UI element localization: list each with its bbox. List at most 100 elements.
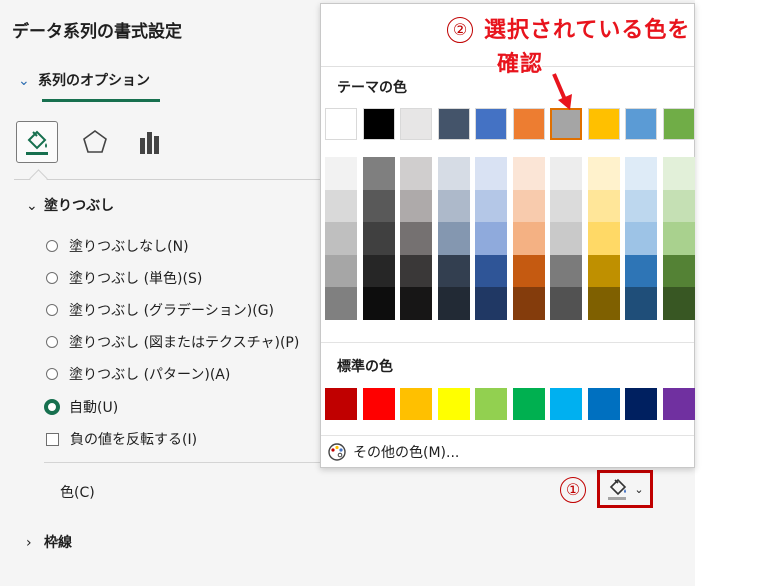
radio-button[interactable]: [46, 336, 58, 348]
standard-color-swatch[interactable]: [512, 388, 545, 420]
theme-color-swatch[interactable]: [475, 108, 507, 140]
theme-shade-swatch[interactable]: [362, 254, 395, 287]
theme-shade-swatch[interactable]: [662, 287, 695, 320]
theme-shade-swatch[interactable]: [437, 287, 470, 320]
standard-color-swatch[interactable]: [362, 388, 395, 420]
theme-shade-swatch[interactable]: [512, 189, 545, 222]
theme-shade-swatch[interactable]: [550, 222, 582, 255]
theme-shade-swatch[interactable]: [437, 157, 470, 190]
theme-shade-swatch[interactable]: [662, 222, 695, 255]
theme-color-swatch[interactable]: [512, 108, 545, 140]
radio-button[interactable]: [46, 272, 58, 284]
chevron-down-icon: ⌄: [26, 198, 38, 214]
theme-color-swatch[interactable]: [625, 108, 657, 140]
theme-shade-swatch[interactable]: [362, 287, 395, 320]
fill-line-tab[interactable]: [16, 121, 58, 163]
theme-shade-swatch[interactable]: [400, 287, 432, 320]
theme-shade-swatch[interactable]: [512, 287, 545, 320]
theme-shade-swatch[interactable]: [662, 157, 695, 190]
theme-shade-swatch[interactable]: [512, 222, 545, 255]
theme-shade-swatch[interactable]: [475, 287, 507, 320]
fill-section-header[interactable]: ⌄ 塗りつぶし: [26, 195, 114, 215]
theme-color-swatch[interactable]: [400, 108, 432, 140]
standard-color-swatch[interactable]: [550, 388, 582, 420]
fill-option-solid[interactable]: 塗りつぶし (単色)(S): [46, 268, 202, 288]
fill-option-picture[interactable]: 塗りつぶし (図またはテクスチャ)(P): [46, 332, 299, 352]
fill-option-pattern[interactable]: 塗りつぶし (パターン)(A): [46, 364, 230, 384]
effects-tab[interactable]: [74, 121, 116, 163]
theme-shade-swatch[interactable]: [475, 222, 507, 255]
theme-shade-swatch[interactable]: [625, 222, 657, 255]
theme-shade-swatch[interactable]: [512, 254, 545, 287]
theme-shade-swatch[interactable]: [437, 254, 470, 287]
theme-shade-swatch[interactable]: [662, 189, 695, 222]
radio-button[interactable]: [46, 368, 58, 380]
fill-option-automatic[interactable]: 自動(U): [44, 397, 118, 417]
theme-shade-swatch[interactable]: [475, 254, 507, 287]
theme-shade-swatch[interactable]: [587, 189, 620, 222]
theme-shade-swatch[interactable]: [587, 254, 620, 287]
theme-shade-swatch[interactable]: [400, 189, 432, 222]
radio-button-selected[interactable]: [44, 399, 60, 415]
border-section-header[interactable]: › 枠線: [26, 532, 72, 552]
radio-label: 塗りつぶし (パターン)(A): [69, 367, 231, 383]
theme-shade-swatch[interactable]: [550, 254, 582, 287]
theme-shade-swatch[interactable]: [400, 157, 432, 190]
theme-shade-swatch[interactable]: [625, 157, 657, 190]
series-options-label: 系列のオプション: [38, 73, 150, 89]
theme-color-swatch[interactable]: [362, 108, 395, 140]
theme-shade-swatch[interactable]: [512, 157, 545, 190]
theme-color-swatch[interactable]: [437, 108, 470, 140]
theme-shade-swatch[interactable]: [362, 157, 395, 190]
radio-label: 塗りつぶしなし(N): [69, 239, 189, 255]
theme-color-swatch[interactable]: [662, 108, 695, 140]
theme-shade-swatch[interactable]: [587, 157, 620, 190]
series-options-underline: [42, 99, 160, 102]
invert-if-negative[interactable]: 負の値を反転する(I): [46, 429, 197, 449]
theme-shade-swatch[interactable]: [437, 189, 470, 222]
theme-shade-swatch[interactable]: [625, 189, 657, 222]
standard-color-swatch[interactable]: [662, 388, 695, 420]
theme-shade-swatch[interactable]: [400, 254, 432, 287]
theme-shade-swatch[interactable]: [325, 189, 357, 222]
series-options-chart-tab[interactable]: [128, 121, 170, 163]
theme-color-swatch[interactable]: [587, 108, 620, 140]
theme-color-swatch[interactable]: [550, 108, 582, 140]
theme-shade-swatch[interactable]: [587, 287, 620, 320]
theme-shade-column: [400, 157, 432, 320]
radio-button[interactable]: [46, 304, 58, 316]
theme-shade-column: [587, 157, 620, 320]
theme-shade-swatch[interactable]: [325, 254, 357, 287]
theme-shade-swatch[interactable]: [325, 157, 357, 190]
theme-shade-swatch[interactable]: [362, 222, 395, 255]
theme-shade-swatch[interactable]: [325, 287, 357, 320]
theme-shade-swatch[interactable]: [625, 287, 657, 320]
standard-color-swatch[interactable]: [625, 388, 657, 420]
theme-shade-swatch[interactable]: [475, 189, 507, 222]
fill-option-none[interactable]: 塗りつぶしなし(N): [46, 236, 189, 256]
series-options-tab[interactable]: ⌄ 系列のオプション: [18, 70, 150, 90]
paint-bucket-icon: [26, 130, 48, 155]
theme-shade-swatch[interactable]: [325, 222, 357, 255]
standard-color-swatch[interactable]: [587, 388, 620, 420]
theme-shade-swatch[interactable]: [587, 222, 620, 255]
checkbox[interactable]: [46, 432, 59, 446]
theme-shade-swatch[interactable]: [475, 157, 507, 190]
fill-option-gradient[interactable]: 塗りつぶし (グラデーション)(G): [46, 300, 274, 320]
standard-color-swatch[interactable]: [400, 388, 432, 420]
radio-button[interactable]: [46, 240, 58, 252]
theme-shade-swatch[interactable]: [437, 222, 470, 255]
theme-color-swatch[interactable]: [325, 108, 357, 140]
standard-color-swatch[interactable]: [475, 388, 507, 420]
fill-color-dropdown-button[interactable]: ⌄: [597, 470, 653, 508]
standard-color-swatch[interactable]: [325, 388, 357, 420]
theme-shade-swatch[interactable]: [625, 254, 657, 287]
theme-shade-swatch[interactable]: [550, 157, 582, 190]
more-colors-button[interactable]: その他の色(M)...: [327, 442, 459, 462]
theme-shade-swatch[interactable]: [662, 254, 695, 287]
standard-color-swatch[interactable]: [437, 388, 470, 420]
theme-shade-swatch[interactable]: [550, 287, 582, 320]
theme-shade-swatch[interactable]: [400, 222, 432, 255]
theme-shade-swatch[interactable]: [550, 189, 582, 222]
theme-shade-swatch[interactable]: [362, 189, 395, 222]
